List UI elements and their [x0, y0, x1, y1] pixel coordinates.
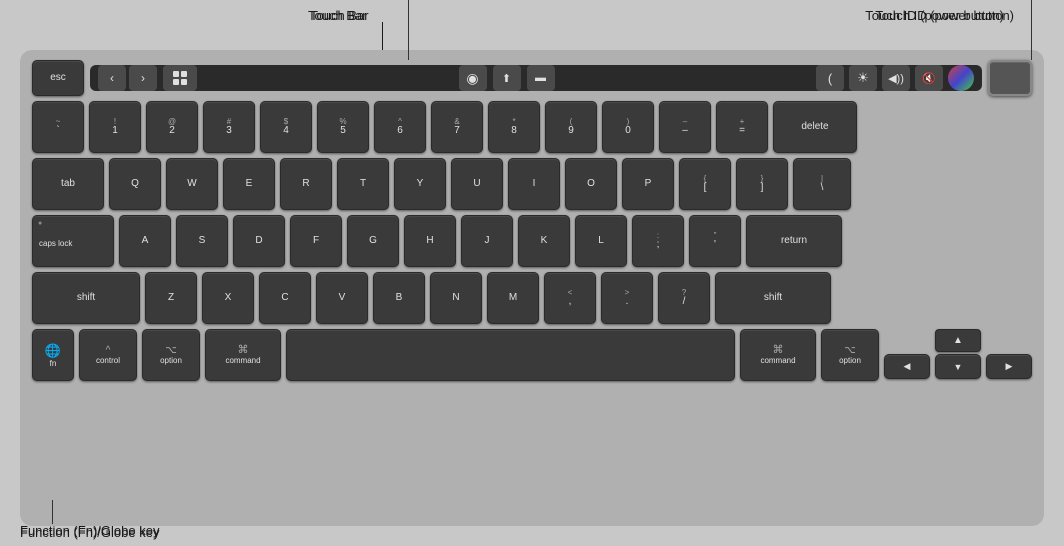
fn-globe-label: Function (Fn)/Globe key [20, 525, 159, 540]
tb-back-button[interactable]: ‹ [98, 65, 126, 91]
tb-nav-buttons: ‹ › [98, 65, 157, 91]
6-key[interactable]: ^ 6 [374, 101, 426, 153]
tb-mute-icon[interactable]: 🔇 [915, 65, 943, 91]
touch-id-line [1031, 0, 1032, 60]
touch-bar-label: Touch Bar [308, 8, 367, 23]
tb-forward-button[interactable]: › [129, 65, 157, 91]
caps-lock-key[interactable]: ● caps lock [32, 215, 114, 267]
t-key[interactable]: T [337, 158, 389, 210]
option-left-key[interactable]: ⌥ option [142, 329, 200, 381]
delete-key[interactable]: delete [773, 101, 857, 153]
tb-screen-button[interactable]: ▬ [527, 65, 555, 91]
g-key[interactable]: G [347, 215, 399, 267]
tb-volume-icon[interactable]: ◀)) [882, 65, 910, 91]
asdf-row: ● caps lock A S D F G H J K L : ; " ' re… [32, 215, 1032, 267]
touch-id-label: Touch ID (power button) [875, 8, 1014, 23]
touch-id-key[interactable] [988, 60, 1032, 96]
number-row: ~ ` ! 1 @ 2 # 3 $ 4 % 5 ^ 6 & 7 [32, 101, 1032, 153]
tb-brightness-icon[interactable]: ☀ [849, 65, 877, 91]
esc-key[interactable]: esc [32, 60, 84, 96]
period-key[interactable]: > . [601, 272, 653, 324]
fn-globe-line [52, 500, 53, 524]
shift-left-key[interactable]: shift [32, 272, 140, 324]
f-key[interactable]: F [290, 215, 342, 267]
esc-label: esc [50, 73, 66, 83]
y-key[interactable]: Y [394, 158, 446, 210]
slash-key[interactable]: ? / [658, 272, 710, 324]
s-key[interactable]: S [176, 215, 228, 267]
touch-bar-row: esc ‹ › ◉ ⬆ ▬ ( ☀ ◀)) 🔇 [32, 60, 1032, 96]
q-key[interactable]: Q [109, 158, 161, 210]
arrow-left-key[interactable]: ◀ [884, 354, 930, 379]
semicolon-key[interactable]: : ; [632, 215, 684, 267]
u-key[interactable]: U [451, 158, 503, 210]
e-key[interactable]: E [223, 158, 275, 210]
z-key[interactable]: Z [145, 272, 197, 324]
5-key[interactable]: % 5 [317, 101, 369, 153]
b-key[interactable]: B [373, 272, 425, 324]
m-key[interactable]: M [487, 272, 539, 324]
8-key[interactable]: * 8 [488, 101, 540, 153]
tb-eye-button[interactable]: ◉ [459, 65, 487, 91]
command-left-key[interactable]: ⌘ command [205, 329, 281, 381]
3-key[interactable]: # 3 [203, 101, 255, 153]
touch-bar-strip: ‹ › ◉ ⬆ ▬ ( ☀ ◀)) 🔇 [90, 65, 982, 91]
a-key[interactable]: A [119, 215, 171, 267]
arrow-top-row: ▲ [884, 329, 1032, 352]
touch-bar-line [408, 0, 409, 60]
equals-key[interactable]: + = [716, 101, 768, 153]
backslash-key[interactable]: | \ [793, 158, 851, 210]
open-bracket-key[interactable]: { [ [679, 158, 731, 210]
v-key[interactable]: V [316, 272, 368, 324]
zxcv-row: shift Z X C V B N M < , > . ? / shift [32, 272, 1032, 324]
arrow-down-key[interactable]: ▼ [935, 354, 981, 379]
9-key[interactable]: ( 9 [545, 101, 597, 153]
c-key[interactable]: C [259, 272, 311, 324]
command-right-key[interactable]: ⌘ command [740, 329, 816, 381]
2-key[interactable]: @ 2 [146, 101, 198, 153]
h-key[interactable]: H [404, 215, 456, 267]
x-key[interactable]: X [202, 272, 254, 324]
p-key[interactable]: P [622, 158, 674, 210]
tb-grid-button[interactable] [163, 65, 197, 91]
shift-right-key[interactable]: shift [715, 272, 831, 324]
i-key[interactable]: I [508, 158, 560, 210]
bottom-row: 🌐 fn ^ control ⌥ option ⌘ command ⌘ comm… [32, 329, 1032, 381]
fn-key[interactable]: 🌐 fn [32, 329, 74, 381]
close-bracket-key[interactable]: } ] [736, 158, 788, 210]
arrow-up-key[interactable]: ▲ [935, 329, 981, 352]
k-key[interactable]: K [518, 215, 570, 267]
arrow-cluster: ▲ ◀ ▼ ▶ [884, 329, 1032, 381]
tb-controls: ( ☀ ◀)) 🔇 [816, 65, 974, 91]
1-key[interactable]: ! 1 [89, 101, 141, 153]
spacebar-key[interactable] [286, 329, 735, 381]
arrow-right-key[interactable]: ▶ [986, 354, 1032, 379]
o-key[interactable]: O [565, 158, 617, 210]
quote-key[interactable]: " ' [689, 215, 741, 267]
qwerty-row: tab Q W E R T Y U I O P { [ } ] | \ [32, 158, 1032, 210]
j-key[interactable]: J [461, 215, 513, 267]
tb-expand-icon[interactable]: ( [816, 65, 844, 91]
0-key[interactable]: ) 0 [602, 101, 654, 153]
return-key[interactable]: return [746, 215, 842, 267]
backtick-key[interactable]: ~ ` [32, 101, 84, 153]
tab-key[interactable]: tab [32, 158, 104, 210]
comma-key[interactable]: < , [544, 272, 596, 324]
7-key[interactable]: & 7 [431, 101, 483, 153]
tb-share-button[interactable]: ⬆ [493, 65, 521, 91]
l-key[interactable]: L [575, 215, 627, 267]
keyboard: esc ‹ › ◉ ⬆ ▬ ( ☀ ◀)) 🔇 [20, 50, 1044, 526]
w-key[interactable]: W [166, 158, 218, 210]
4-key[interactable]: $ 4 [260, 101, 312, 153]
r-key[interactable]: R [280, 158, 332, 210]
tb-siri-icon[interactable] [948, 65, 974, 91]
n-key[interactable]: N [430, 272, 482, 324]
option-right-key[interactable]: ⌥ option [821, 329, 879, 381]
arrow-bottom-row: ◀ ▼ ▶ [884, 354, 1032, 379]
d-key[interactable]: D [233, 215, 285, 267]
minus-key[interactable]: – – [659, 101, 711, 153]
control-key[interactable]: ^ control [79, 329, 137, 381]
